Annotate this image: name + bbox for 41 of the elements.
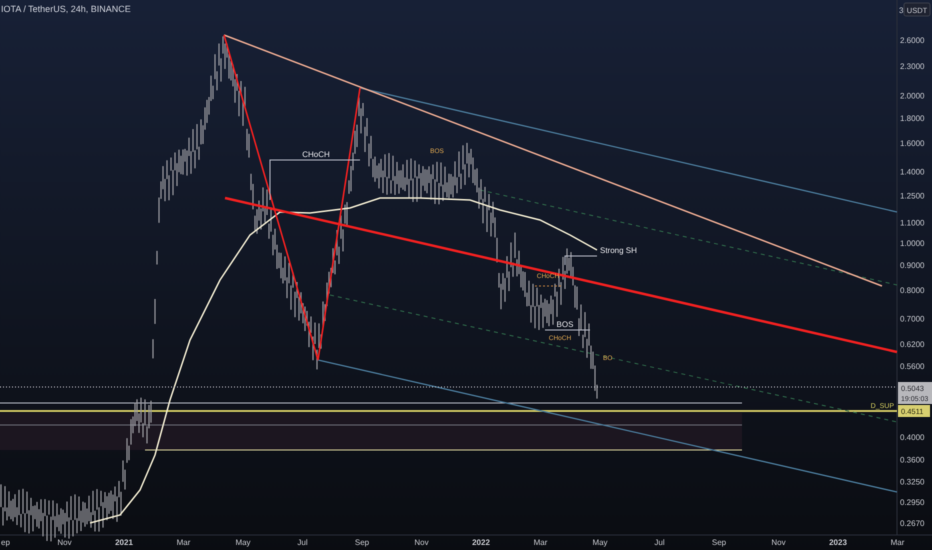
axis-label: 0.3250 <box>900 477 924 486</box>
axis-label: 1.8000 <box>900 114 924 124</box>
axis-label: 0.2950 <box>900 498 924 507</box>
annotation-label: BOS <box>556 320 574 329</box>
axis-label: 0.3600 <box>900 456 924 465</box>
axis-label: Nov <box>771 538 786 547</box>
axis-label: May <box>592 538 608 547</box>
axis-label: 3 <box>899 6 904 15</box>
axis-label: 0.7000 <box>900 314 924 324</box>
axis-label: ep <box>1 538 10 547</box>
axis-label: 0.9000 <box>900 261 924 270</box>
axis-label: 0.2670 <box>900 518 924 528</box>
axis-label: 1.0000 <box>900 238 924 248</box>
axis-label: Mar <box>176 538 190 547</box>
axis-label: 1.4000 <box>900 167 924 176</box>
annotation-label: CHoCH <box>302 150 330 159</box>
axis-label: 1.2500 <box>900 191 924 200</box>
annotation-label: Strong SH <box>600 246 637 255</box>
axis-label: 1.6000 <box>900 139 924 148</box>
axis-label: Nov <box>57 538 72 547</box>
axis-label: 2021 <box>115 538 133 547</box>
axis-label: 0.4000 <box>900 433 924 442</box>
axis-label: Jul <box>654 538 665 547</box>
axis-label: Sep <box>712 538 726 547</box>
axis-label: 0.6200 <box>900 340 924 350</box>
axis-label: 2.0000 <box>900 92 924 101</box>
chart-title: IOTA / TetherUS, 24h, BINANCE <box>1 4 131 14</box>
axis-label: 0.8000 <box>900 286 924 296</box>
axis-label: May <box>235 538 251 547</box>
axis-label: Sep <box>354 538 370 547</box>
axis-label: 1.1000 <box>900 218 924 228</box>
axis-label: 2023 <box>829 538 847 547</box>
axis-label: 2.6000 <box>900 36 924 45</box>
axis-label: Mar <box>534 538 548 547</box>
axis-label: 0.5600 <box>900 362 924 371</box>
structure-line <box>564 256 598 266</box>
axis-label: 2022 <box>472 538 490 547</box>
axis-label: Jul <box>297 538 308 547</box>
axis-label: 2.3000 <box>900 62 924 72</box>
axis-label: Mar <box>890 538 904 547</box>
axis-label: Nov <box>414 538 429 547</box>
